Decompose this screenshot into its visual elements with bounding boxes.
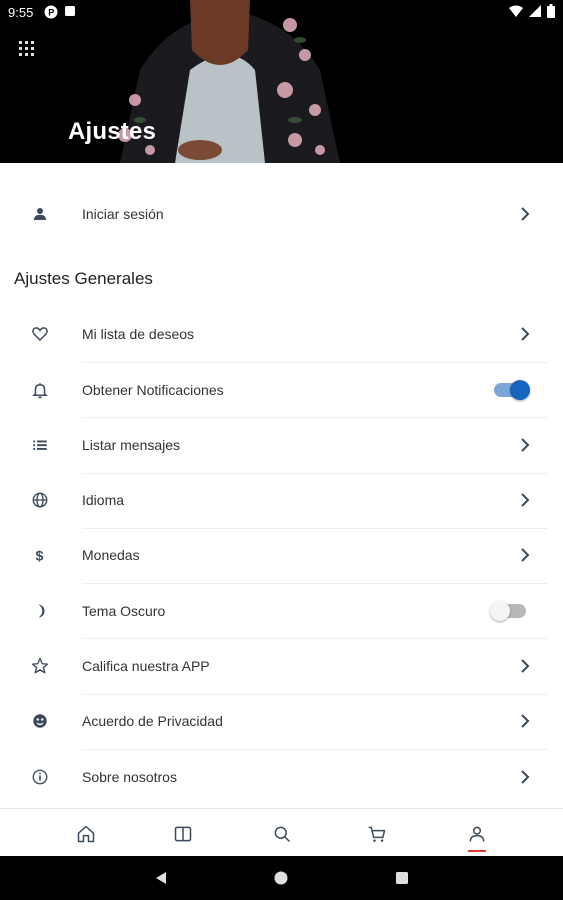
language-label: Idioma: [82, 491, 125, 508]
person-icon: [28, 202, 52, 226]
dark-theme-toggle[interactable]: [490, 600, 526, 621]
search-icon[interactable]: [267, 819, 297, 849]
page-title: Ajustes: [68, 118, 157, 145]
dark-theme-label: Tema Oscuro: [82, 602, 166, 619]
chevron-right-icon: [518, 326, 532, 341]
system-navigation-bar: [0, 856, 563, 900]
privacy-row[interactable]: Acuerdo de Privacidad: [0, 693, 548, 748]
chevron-right-icon: [518, 769, 532, 784]
currencies-label: Monedas: [82, 546, 140, 563]
chevron-right-icon: [518, 713, 532, 728]
notifications-toggle[interactable]: [494, 379, 530, 400]
toggle-knob: [490, 600, 510, 621]
signal-icon: [529, 5, 541, 20]
globe-icon: [28, 488, 52, 512]
privacy-icon: [28, 709, 52, 733]
profile-icon[interactable]: [462, 819, 492, 849]
active-tab-indicator: [468, 850, 486, 852]
messages-label: Listar mensajes: [82, 436, 181, 453]
cart-icon[interactable]: [362, 819, 392, 849]
wishlist-row[interactable]: Mi lista de deseos: [0, 306, 548, 361]
book-icon[interactable]: [168, 819, 198, 849]
chevron-right-icon: [518, 547, 532, 562]
header-banner: Ajustes: [0, 0, 563, 163]
home-icon[interactable]: [71, 819, 101, 849]
language-row[interactable]: Idioma: [0, 472, 548, 527]
wishlist-label: Mi lista de deseos: [82, 325, 195, 342]
notifications-row: Obtener Notificaciones: [0, 362, 548, 417]
rate-app-row[interactable]: Califica nuestra APP: [0, 638, 548, 693]
settings-content: Iniciar sesión Ajustes Generales Mi list…: [0, 163, 563, 808]
moon-icon: [28, 599, 52, 623]
chevron-right-icon: [518, 206, 532, 221]
bottom-navigation: [0, 808, 563, 857]
messages-row[interactable]: Listar mensajes: [0, 417, 548, 472]
rate-app-label: Califica nuestra APP: [82, 657, 210, 674]
grid-menu-icon[interactable]: [16, 38, 38, 60]
login-label: Iniciar sesión: [82, 205, 164, 222]
p-icon: P: [44, 5, 58, 22]
toggle-knob: [510, 379, 530, 400]
dollar-icon: $: [28, 543, 52, 567]
chevron-right-icon: [518, 437, 532, 452]
status-bar: 9:55 P: [0, 0, 563, 24]
privacy-label: Acuerdo de Privacidad: [82, 712, 223, 729]
battery-icon: [547, 4, 555, 21]
square-icon: [64, 5, 76, 20]
star-icon: [28, 654, 52, 678]
svg-text:$: $: [36, 548, 44, 564]
svg-text:P: P: [48, 8, 54, 18]
notifications-label: Obtener Notificaciones: [82, 381, 224, 398]
chevron-right-icon: [518, 658, 532, 673]
list-icon: [28, 433, 52, 457]
chevron-right-icon: [518, 492, 532, 507]
about-row[interactable]: Sobre nosotros: [0, 749, 548, 804]
currencies-row[interactable]: $ Monedas: [0, 527, 548, 582]
bell-icon: [28, 378, 52, 402]
recents-icon[interactable]: [392, 868, 412, 888]
section-title: Ajustes Generales: [14, 269, 153, 288]
status-time: 9:55: [8, 5, 34, 20]
dark-theme-row: Tema Oscuro: [0, 583, 548, 638]
about-label: Sobre nosotros: [82, 768, 177, 785]
wifi-icon: [509, 5, 523, 20]
info-icon: [28, 765, 52, 789]
login-row[interactable]: Iniciar sesión: [0, 186, 548, 241]
back-icon[interactable]: [151, 868, 171, 888]
home-button-icon[interactable]: [271, 868, 291, 888]
heart-icon: [28, 322, 52, 346]
